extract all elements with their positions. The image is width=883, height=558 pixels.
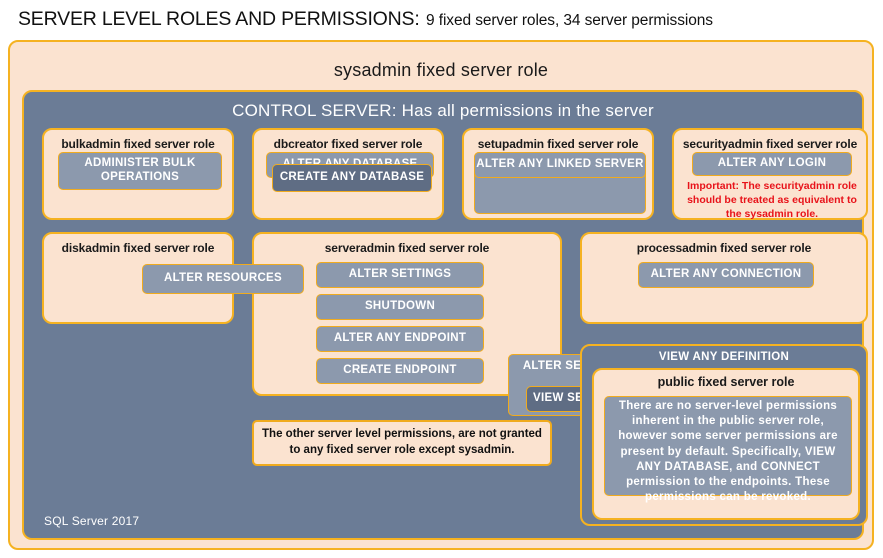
role-label-serveradmin: serveradmin fixed server role (324, 241, 490, 255)
role-label-public: public fixed server role (657, 375, 795, 389)
role-label-setupadmin: setupadmin fixed server role (477, 137, 639, 151)
role-label-processadmin: processadmin fixed server role (636, 241, 812, 255)
role-label-securityadmin: securityadmin fixed server role (682, 137, 858, 151)
public-role-note-text: There are no server-level permissions in… (618, 400, 838, 504)
role-box-dbcreator: dbcreator fixed server role ALTER ANY DA… (252, 128, 444, 220)
role-box-bulkadmin: bulkadmin fixed server role ADMINISTER B… (42, 128, 234, 220)
control-server-label: CONTROL SERVER: Has all permissions in t… (232, 101, 654, 120)
role-box-setupadmin: setupadmin fixed server role ALTER ANY L… (462, 128, 654, 220)
page-title-secondary: 9 fixed server roles, 34 server permissi… (426, 12, 713, 29)
view-any-definition-panel: VIEW ANY DEFINITION public fixed server … (580, 344, 868, 526)
sql-server-version-label: SQL Server 2017 (44, 514, 140, 528)
public-role-note: There are no server-level permissions in… (604, 396, 852, 503)
control-server-panel: CONTROL SERVER: Has all permissions in t… (22, 90, 868, 540)
sysadmin-role-label: sysadmin fixed server role (333, 60, 549, 80)
role-box-public: public fixed server role There are no se… (592, 368, 860, 520)
permission-alter-any-connection: ALTER ANY CONNECTION (638, 262, 814, 288)
page-title-primary: SERVER LEVEL ROLES AND PERMISSIONS: (18, 8, 420, 30)
role-label-bulkadmin: bulkadmin fixed server role (61, 137, 215, 151)
permission-alter-resources: ALTER RESOURCES (142, 264, 304, 294)
other-permissions-note: The other server level permissions, are … (252, 420, 552, 466)
permission-shutdown: SHUTDOWN (316, 294, 484, 320)
role-label-dbcreator: dbcreator fixed server role (273, 137, 423, 151)
role-box-processadmin: processadmin fixed server role ALTER ANY… (580, 232, 868, 324)
permission-create-endpoint: CREATE ENDPOINT (316, 358, 484, 384)
permission-alter-any-endpoint: ALTER ANY ENDPOINT (316, 326, 484, 352)
securityadmin-warning-text: Important: The securityadmin role should… (687, 180, 857, 220)
permission-create-any-database: CREATE ANY DATABASE (272, 164, 432, 192)
permission-view-any-definition-label: VIEW ANY DEFINITION (658, 351, 790, 363)
permission-alter-settings: ALTER SETTINGS (316, 262, 484, 288)
permission-alter-any-linked-server: ALTER ANY LINKED SERVER (474, 152, 646, 178)
page-title: SERVER LEVEL ROLES AND PERMISSIONS: 9 fi… (18, 8, 868, 36)
role-box-securityadmin: securityadmin fixed server role ALTER AN… (672, 128, 868, 220)
sysadmin-role-container: sysadmin fixed server role CONTROL SERVE… (8, 40, 874, 550)
permission-administer-bulk-operations: ADMINISTER BULK OPERATIONS (58, 152, 222, 190)
permission-alter-any-login: ALTER ANY LOGIN (692, 152, 852, 176)
role-label-diskadmin: diskadmin fixed server role (61, 241, 215, 255)
